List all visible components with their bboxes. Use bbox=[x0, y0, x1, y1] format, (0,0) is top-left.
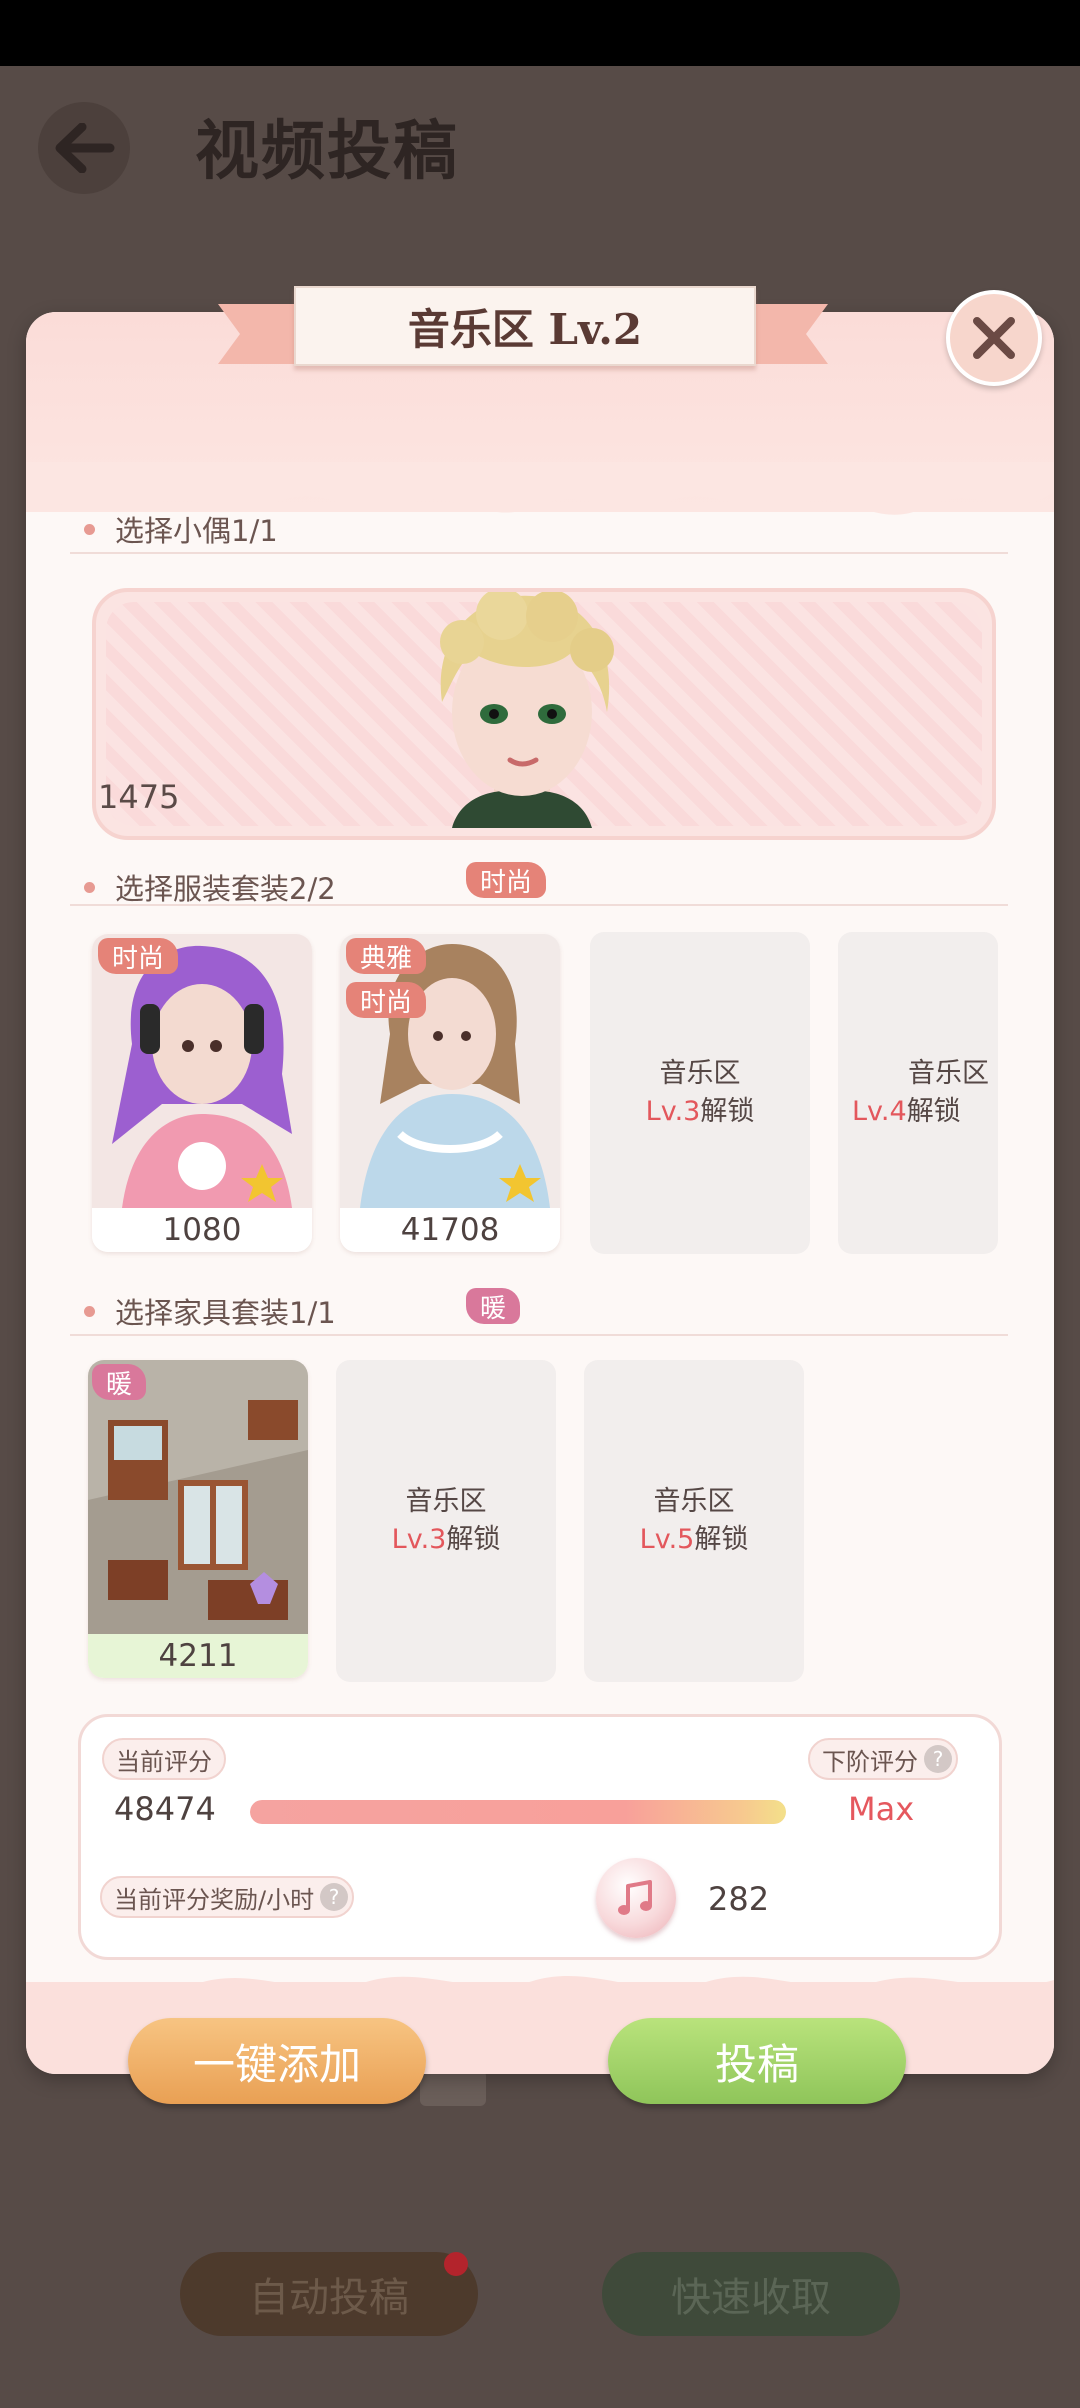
section-furniture-label: 选择家具套装1/1 bbox=[84, 1290, 336, 1332]
background-element bbox=[420, 2070, 486, 2106]
outfit-tag: 时尚 bbox=[98, 938, 179, 974]
furniture-tag: 暖 bbox=[92, 1364, 147, 1400]
outfit-card[interactable]: 典雅 时尚 41708 bbox=[340, 934, 560, 1252]
section-character-label: 选择小偶1/1 bbox=[84, 508, 278, 550]
furniture-image bbox=[88, 1360, 308, 1634]
outfit-card[interactable]: 时尚 1080 bbox=[92, 934, 312, 1252]
furniture-score: 4211 bbox=[88, 1634, 308, 1678]
outfit-tag: 典雅 bbox=[346, 938, 427, 974]
music-note-icon bbox=[596, 1858, 676, 1938]
close-button[interactable] bbox=[946, 290, 1042, 386]
locked-furniture-slot: 音乐区 Lv.3解锁 bbox=[336, 1360, 556, 1682]
current-score-label: 当前评分 bbox=[102, 1738, 226, 1780]
reward-value: 282 bbox=[708, 1880, 770, 1918]
section-outfit-label: 选择服装套装2/2 bbox=[84, 866, 336, 908]
furniture-style-tag: 暖 bbox=[466, 1288, 521, 1324]
dialog-title: 音乐区 Lv.2 bbox=[294, 286, 756, 366]
back-button[interactable] bbox=[38, 102, 130, 194]
outfit-score: 41708 bbox=[340, 1208, 560, 1252]
one-click-add-button[interactable]: 一键添加 bbox=[128, 2018, 426, 2104]
locked-outfit-slot: 音乐区 Lv.4解锁 bbox=[838, 932, 998, 1254]
outfit-style-tag: 时尚 bbox=[466, 862, 547, 898]
page-title: 视频投稿 bbox=[195, 114, 459, 189]
outfit-image bbox=[340, 934, 560, 1208]
next-score-label[interactable]: 下阶评分 ? bbox=[808, 1738, 958, 1780]
dialog-title-ribbon: 音乐区 Lv.2 bbox=[218, 282, 828, 378]
status-bar bbox=[0, 0, 1080, 66]
close-icon bbox=[973, 317, 1015, 359]
score-progress-fill bbox=[250, 1800, 786, 1824]
notification-dot bbox=[444, 2252, 468, 2276]
submit-button[interactable]: 投稿 bbox=[608, 2018, 906, 2104]
locked-outfit-slot: 音乐区 Lv.3解锁 bbox=[590, 932, 810, 1254]
reward-label[interactable]: 当前评分奖励/小时 ? bbox=[100, 1876, 355, 1918]
next-score-value: Max bbox=[848, 1790, 915, 1828]
furniture-card[interactable]: 暖 4211 bbox=[88, 1360, 308, 1678]
character-portrait bbox=[440, 592, 614, 828]
help-icon[interactable]: ? bbox=[320, 1883, 349, 1911]
current-score-value: 48474 bbox=[114, 1790, 216, 1828]
help-icon[interactable]: ? bbox=[924, 1745, 952, 1773]
locked-furniture-slot: 音乐区 Lv.5解锁 bbox=[584, 1360, 804, 1682]
quick-collect-button[interactable]: 快速收取 bbox=[602, 2252, 900, 2336]
character-score: 1475 bbox=[98, 778, 180, 816]
back-arrow-icon bbox=[55, 123, 115, 173]
outfit-image bbox=[92, 934, 312, 1208]
auto-submit-button[interactable]: 自动投稿 bbox=[180, 2252, 478, 2336]
outfit-tag: 时尚 bbox=[346, 982, 427, 1018]
score-progress-bar bbox=[250, 1800, 786, 1824]
outfit-score: 1080 bbox=[92, 1208, 312, 1252]
